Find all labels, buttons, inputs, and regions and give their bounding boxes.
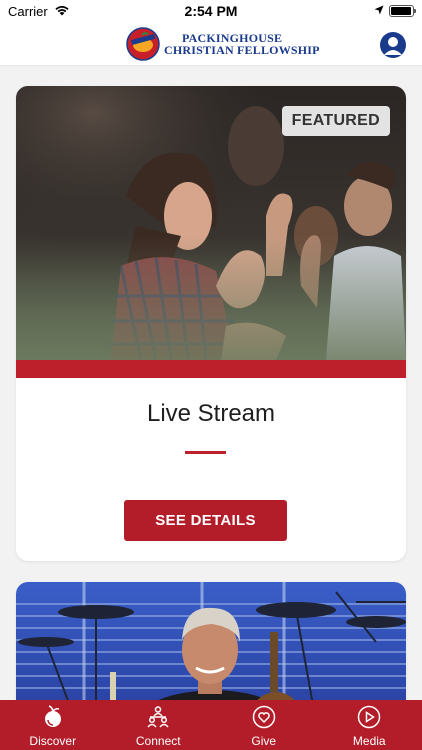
discover-icon bbox=[44, 705, 61, 727]
logo-mark-icon bbox=[126, 27, 160, 61]
status-time: 2:54 PM bbox=[184, 3, 238, 19]
tab-label-media: Media bbox=[352, 734, 386, 748]
featured-card[interactable]: FEATURED Live Stream SEE DETAILS bbox=[16, 86, 406, 561]
play-icon bbox=[358, 705, 381, 729]
tab-label-connect: Connect bbox=[135, 734, 181, 748]
tab-label-give: Give bbox=[251, 734, 277, 748]
tab-bar: Discover Connect Give Media bbox=[0, 700, 422, 750]
battery-icon bbox=[389, 5, 416, 17]
title-divider bbox=[185, 451, 226, 454]
card-title: Live Stream bbox=[146, 400, 276, 427]
location-arrow-icon bbox=[374, 5, 384, 15]
tab-media[interactable]: Media bbox=[317, 700, 422, 750]
status-bar: Carrier 2:54 PM bbox=[0, 0, 422, 22]
app-header: PACKINGHOUSE CHRISTIAN FELLOWSHIP bbox=[0, 22, 422, 66]
heart-icon bbox=[252, 705, 275, 729]
card-accent-bar bbox=[16, 360, 406, 378]
content-feed[interactable]: FEATURED Live Stream SEE DETAILS bbox=[0, 66, 422, 700]
see-details-button[interactable]: SEE DETAILS bbox=[124, 500, 287, 541]
media-card-image bbox=[16, 582, 406, 700]
tab-discover[interactable]: Discover bbox=[0, 700, 106, 750]
media-card[interactable] bbox=[16, 582, 406, 700]
tab-give[interactable]: Give bbox=[211, 700, 317, 750]
featured-badge: FEATURED bbox=[281, 106, 390, 136]
featured-card-image: FEATURED bbox=[16, 86, 406, 360]
church-logo: PACKINGHOUSE CHRISTIAN FELLOWSHIP bbox=[126, 26, 320, 62]
people-icon bbox=[147, 706, 169, 728]
logo-line2: CHRISTIAN FELLOWSHIP bbox=[164, 43, 320, 57]
profile-icon[interactable] bbox=[380, 32, 406, 58]
tab-label-discover: Discover bbox=[29, 734, 77, 748]
tab-connect[interactable]: Connect bbox=[106, 700, 212, 750]
